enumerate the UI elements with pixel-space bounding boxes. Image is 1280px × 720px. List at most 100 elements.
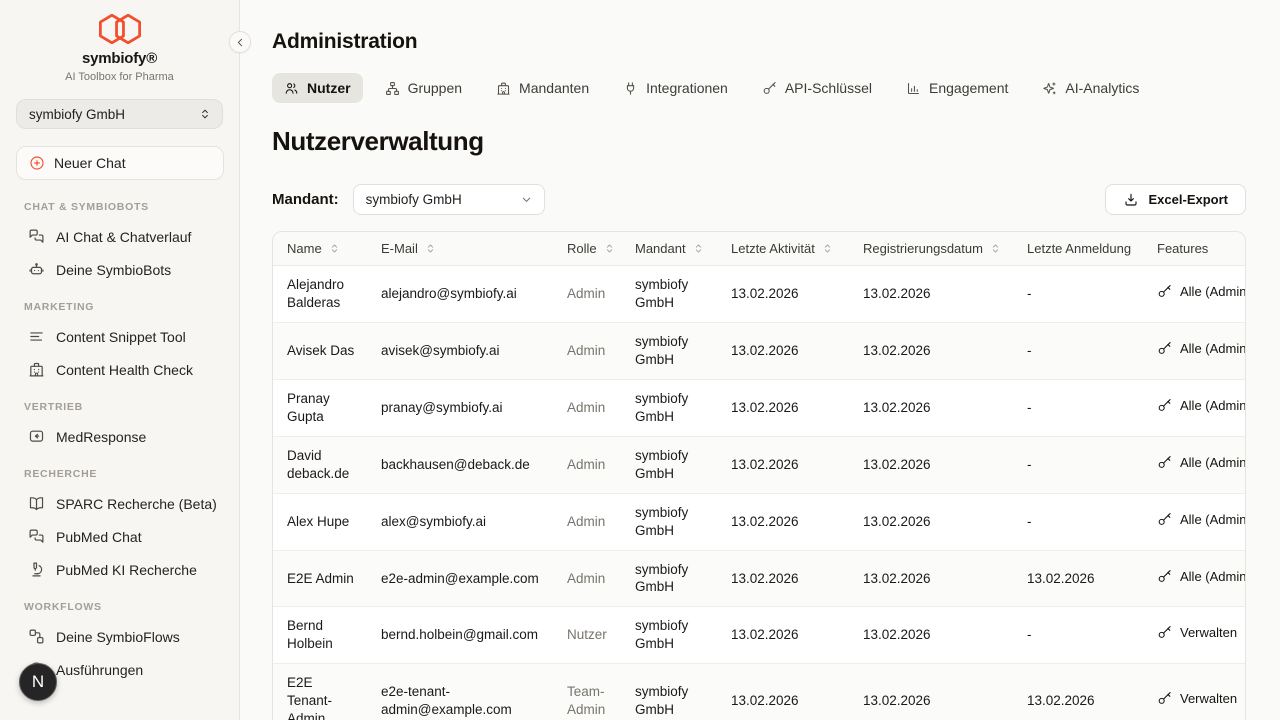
symbiofy-logo-icon	[99, 14, 141, 44]
column-header-email[interactable]: E-Mail	[367, 232, 553, 266]
sidebar: symbiofy® AI Toolbox for Pharma symbiofy…	[0, 0, 240, 720]
tab-label: Mandanten	[519, 80, 589, 96]
sort-icon	[692, 242, 705, 255]
cell-letzte-aktivitaet: 13.02.2026	[717, 266, 849, 323]
table-row[interactable]: Pranay Gupta pranay@symbiofy.ai Admin sy…	[273, 379, 1245, 436]
column-header-name[interactable]: Name	[273, 232, 367, 266]
column-header-mandant[interactable]: Mandant	[621, 232, 717, 266]
features-button[interactable]: Verwalten	[1157, 625, 1237, 640]
dev-indicator-badge[interactable]: N	[19, 663, 57, 701]
cell-mandant: symbiofy GmbH	[621, 550, 717, 607]
snippet-lines-icon	[28, 328, 45, 345]
sidebar-item-medresponse[interactable]: MedResponse	[0, 420, 239, 453]
key-icon	[1157, 455, 1172, 470]
open-book-icon	[28, 495, 45, 512]
key-icon	[1157, 625, 1172, 640]
tab-mandanten[interactable]: Mandanten	[484, 73, 601, 103]
key-icon	[1157, 569, 1172, 584]
sparkles-icon	[1042, 81, 1057, 96]
table-row[interactable]: E2E Tenant-Admin e2e-tenant-admin@exampl…	[273, 664, 1245, 720]
brand-tagline: AI Toolbox for Pharma	[0, 71, 239, 83]
features-label: Alle (Admin)	[1180, 341, 1246, 356]
table-row[interactable]: E2E Admin e2e-admin@example.com Admin sy…	[273, 550, 1245, 607]
tab-api-schluessel[interactable]: API-Schlüssel	[750, 73, 884, 103]
features-label: Alle (Admin)	[1180, 569, 1246, 584]
main-content: Administration Nutzer Gruppen Mandanten …	[240, 0, 1280, 720]
tab-gruppen[interactable]: Gruppen	[373, 73, 474, 103]
features-label: Verwalten	[1180, 625, 1237, 640]
sidebar-item-symbioflows[interactable]: Deine SymbioFlows	[0, 620, 239, 653]
sidebar-item-pubmed-ki[interactable]: PubMed KI Recherche	[0, 553, 239, 586]
column-header-registrierungsdatum[interactable]: Registrierungsdatum	[849, 232, 1013, 266]
column-header-rolle[interactable]: Rolle	[553, 232, 621, 266]
brand-name: symbiofy®	[0, 50, 239, 67]
cell-mandant: symbiofy GmbH	[621, 322, 717, 379]
section-title-marketing: MARKETING	[0, 286, 239, 320]
sidebar-item-label: Content Health Check	[56, 362, 193, 378]
table-row[interactable]: Alex Hupe alex@symbiofy.ai Admin symbiof…	[273, 493, 1245, 550]
table-row[interactable]: Alejandro Balderas alejandro@symbiofy.ai…	[273, 266, 1245, 323]
tab-engagement[interactable]: Engagement	[894, 73, 1020, 103]
cell-role: Admin	[553, 379, 621, 436]
cell-name: Pranay Gupta	[273, 379, 367, 436]
cell-registrierungsdatum: 13.02.2026	[849, 436, 1013, 493]
cell-mandant: symbiofy GmbH	[621, 664, 717, 720]
sidebar-item-symbiobots[interactable]: Deine SymbioBots	[0, 253, 239, 286]
key-icon	[1157, 341, 1172, 356]
users-icon	[284, 81, 299, 96]
cell-letzte-anmeldung: -	[1013, 493, 1143, 550]
sidebar-tenant-select[interactable]: symbiofy GmbH	[16, 99, 223, 129]
table-row[interactable]: David deback.de backhausen@deback.de Adm…	[273, 436, 1245, 493]
mandant-select[interactable]: symbiofy GmbH	[353, 184, 545, 215]
cell-email: alex@symbiofy.ai	[367, 493, 553, 550]
microscope-icon	[28, 561, 45, 578]
features-button[interactable]: Alle (Admin)	[1157, 284, 1246, 299]
mandant-label: Mandant:	[272, 191, 339, 208]
section-title-workflows: WORKFLOWS	[0, 586, 239, 620]
sidebar-item-label: SPARC Recherche (Beta)	[56, 496, 217, 512]
tab-integrationen[interactable]: Integrationen	[611, 73, 740, 103]
bar-chart-icon	[906, 81, 921, 96]
new-chat-button[interactable]: Neuer Chat	[16, 146, 224, 180]
cell-registrierungsdatum: 13.02.2026	[849, 266, 1013, 323]
sidebar-item-sparc[interactable]: SPARC Recherche (Beta)	[0, 487, 239, 520]
features-button[interactable]: Alle (Admin)	[1157, 455, 1246, 470]
tab-ai-analytics[interactable]: AI-Analytics	[1030, 73, 1151, 103]
table-row[interactable]: Bernd Holbein bernd.holbein@gmail.com Nu…	[273, 607, 1245, 664]
tab-nutzer[interactable]: Nutzer	[272, 73, 363, 103]
brand: symbiofy® AI Toolbox for Pharma	[0, 14, 239, 83]
cell-registrierungsdatum: 13.02.2026	[849, 664, 1013, 720]
sidebar-item-label: Deine SymbioBots	[56, 262, 171, 278]
user-table-body: Alejandro Balderas alejandro@symbiofy.ai…	[273, 266, 1245, 720]
page-title: Administration	[272, 30, 1246, 54]
sidebar-item-content-snippet[interactable]: Content Snippet Tool	[0, 320, 239, 353]
features-button[interactable]: Alle (Admin)	[1157, 398, 1246, 413]
cell-mandant: symbiofy GmbH	[621, 607, 717, 664]
cell-role: Admin	[553, 266, 621, 323]
cell-letzte-anmeldung: -	[1013, 266, 1143, 323]
table-row[interactable]: Avisek Das avisek@symbiofy.ai Admin symb…	[273, 322, 1245, 379]
tab-label: Nutzer	[307, 80, 351, 96]
cell-letzte-aktivitaet: 13.02.2026	[717, 436, 849, 493]
cell-role: Team-Admin	[553, 664, 621, 720]
cell-name: Bernd Holbein	[273, 607, 367, 664]
features-button[interactable]: Alle (Admin)	[1157, 512, 1246, 527]
features-button[interactable]: Verwalten	[1157, 691, 1237, 706]
cell-letzte-aktivitaet: 13.02.2026	[717, 664, 849, 720]
reply-message-icon	[28, 428, 45, 445]
cell-features: Verwalten	[1143, 607, 1245, 664]
sidebar-item-ai-chat[interactable]: AI Chat & Chatverlauf	[0, 220, 239, 253]
sidebar-collapse-button[interactable]	[229, 31, 251, 53]
features-button[interactable]: Alle (Admin)	[1157, 569, 1246, 584]
building-check-icon	[28, 361, 45, 378]
sidebar-item-pubmed-chat[interactable]: PubMed Chat	[0, 520, 239, 553]
sidebar-item-content-health[interactable]: Content Health Check	[0, 353, 239, 386]
cell-features: Alle (Admin)	[1143, 493, 1245, 550]
cell-role: Admin	[553, 550, 621, 607]
features-button[interactable]: Alle (Admin)	[1157, 341, 1246, 356]
cell-features: Alle (Admin)	[1143, 266, 1245, 323]
chevron-left-icon	[234, 36, 247, 49]
excel-export-button[interactable]: Excel-Export	[1105, 184, 1246, 215]
new-chat-label: Neuer Chat	[54, 155, 126, 171]
column-header-letzte-aktivitaet[interactable]: Letzte Aktivität	[717, 232, 849, 266]
